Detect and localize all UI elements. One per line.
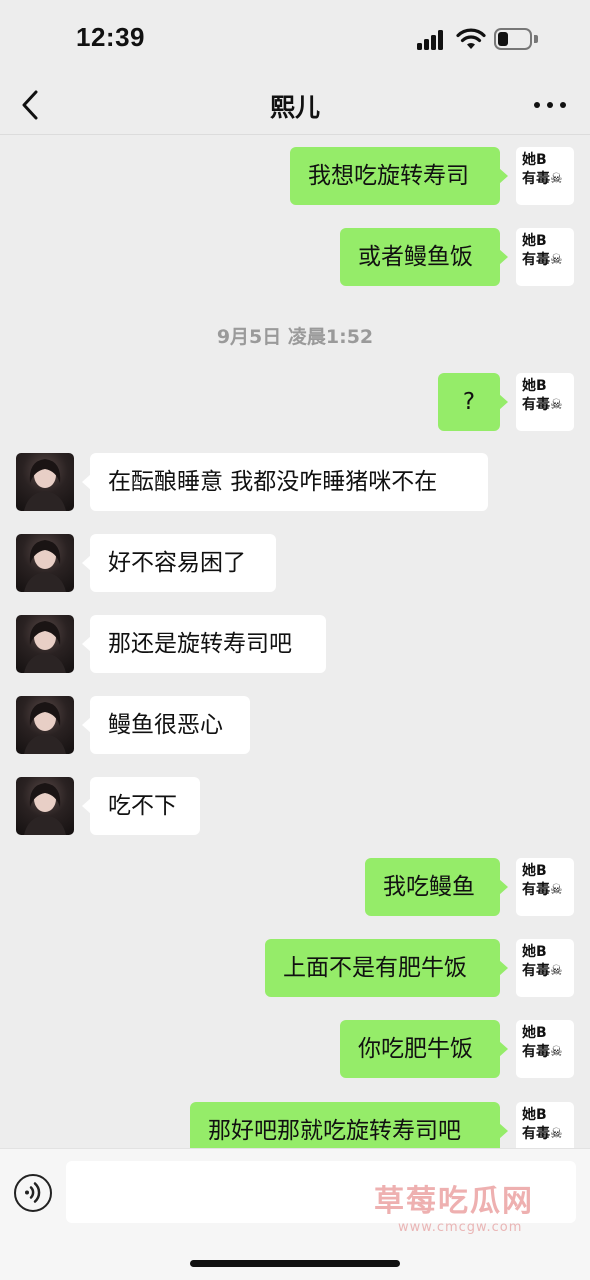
message-bubble-incoming[interactable]: 鳗鱼很恶心 bbox=[82, 696, 250, 754]
avatar-text-line2: 有毒☠ bbox=[522, 963, 563, 979]
voice-icon bbox=[25, 1182, 41, 1203]
my-avatar[interactable]: 她B 有毒☠ bbox=[516, 939, 574, 997]
nav-divider bbox=[0, 134, 590, 135]
avatar-text-line2: 有毒☠ bbox=[522, 1044, 563, 1060]
avatar-text-line2: 有毒☠ bbox=[522, 397, 563, 413]
message-text: 或者鳗鱼饭 bbox=[358, 244, 473, 270]
contact-avatar-image bbox=[24, 783, 66, 835]
back-button[interactable] bbox=[12, 82, 52, 128]
message-text: 那好吧那就吃旋转寿司吧 bbox=[208, 1118, 461, 1144]
my-avatar[interactable]: 她B 有毒☠ bbox=[516, 858, 574, 916]
message-timestamp: 9月5日 凌晨1:52 bbox=[216, 326, 374, 348]
message-bubble-outgoing[interactable]: 或者鳗鱼饭 bbox=[340, 228, 508, 286]
home-indicator bbox=[190, 1260, 400, 1267]
message-bubble-incoming[interactable]: 那还是旋转寿司吧 bbox=[82, 615, 326, 673]
message-bubble-incoming[interactable]: 在酝酿睡意 我都没咋睡猪咪不在 bbox=[82, 453, 488, 511]
my-avatar[interactable]: 她B 有毒☠ bbox=[516, 228, 574, 286]
message-text: ? bbox=[462, 389, 476, 415]
contact-avatar-image bbox=[24, 459, 66, 511]
contact-avatar-image bbox=[24, 540, 66, 592]
message-text: 好不容易困了 bbox=[108, 550, 246, 576]
message-bubble-incoming[interactable]: 吃不下 bbox=[82, 777, 200, 835]
message-bubble-incoming[interactable]: 好不容易困了 bbox=[82, 534, 276, 592]
avatar-text-line1: 她B bbox=[522, 152, 547, 168]
avatar-text-line1: 她B bbox=[522, 1025, 547, 1041]
avatar-text-line1: 她B bbox=[522, 1107, 547, 1123]
status-time: 12:39 bbox=[76, 22, 145, 52]
avatar-text-line2: 有毒☠ bbox=[522, 1126, 563, 1142]
message-text: 在酝酿睡意 我都没咋睡猪咪不在 bbox=[108, 469, 438, 495]
cellular-signal-icon bbox=[417, 30, 445, 50]
avatar-text-line1: 她B bbox=[522, 378, 547, 394]
message-input[interactable] bbox=[66, 1161, 576, 1223]
message-bubble-outgoing[interactable]: 你吃肥牛饭 bbox=[340, 1020, 508, 1078]
avatar-text-line1: 她B bbox=[522, 944, 547, 960]
message-text: 吃不下 bbox=[108, 793, 177, 819]
wifi-icon bbox=[456, 28, 486, 49]
message-text: 鳗鱼很恶心 bbox=[108, 712, 223, 738]
avatar-text-line1: 她B bbox=[522, 863, 547, 879]
avatar-text-line2: 有毒☠ bbox=[522, 252, 563, 268]
avatar-text-line2: 有毒☠ bbox=[522, 882, 563, 898]
chevron-left-icon bbox=[22, 90, 38, 120]
contact-avatar[interactable] bbox=[16, 615, 74, 673]
nav-bar: 熙儿 bbox=[0, 76, 590, 134]
my-avatar[interactable]: 她B 有毒☠ bbox=[516, 373, 574, 431]
more-button[interactable] bbox=[530, 90, 570, 120]
message-bubble-outgoing[interactable]: 我吃鳗鱼 bbox=[365, 858, 508, 916]
contact-avatar-image bbox=[24, 702, 66, 754]
message-text: 你吃肥牛饭 bbox=[358, 1036, 473, 1062]
contact-avatar[interactable] bbox=[16, 696, 74, 754]
message-text: 那还是旋转寿司吧 bbox=[108, 631, 292, 657]
chat-title: 熙儿 bbox=[269, 93, 320, 122]
message-text: 上面不是有肥牛饭 bbox=[283, 955, 467, 981]
message-text: 我吃鳗鱼 bbox=[383, 874, 475, 900]
my-avatar[interactable]: 她B 有毒☠ bbox=[516, 1020, 574, 1078]
message-bubble-outgoing[interactable]: ? bbox=[438, 373, 508, 431]
contact-avatar-image bbox=[24, 621, 66, 673]
voice-button[interactable] bbox=[14, 1174, 52, 1212]
avatar-text-line2: 有毒☠ bbox=[522, 171, 563, 187]
my-avatar[interactable]: 她B 有毒☠ bbox=[516, 147, 574, 205]
message-text: 我想吃旋转寿司 bbox=[308, 163, 469, 189]
status-bar: 12:39 bbox=[0, 0, 590, 80]
message-bubble-outgoing[interactable]: 我想吃旋转寿司 bbox=[290, 147, 508, 205]
avatar-text-line1: 她B bbox=[522, 233, 547, 249]
battery-icon bbox=[494, 28, 538, 50]
contact-avatar[interactable] bbox=[16, 777, 74, 835]
contact-avatar[interactable] bbox=[16, 534, 74, 592]
message-bubble-outgoing[interactable]: 上面不是有肥牛饭 bbox=[265, 939, 508, 997]
contact-avatar[interactable] bbox=[16, 453, 74, 511]
